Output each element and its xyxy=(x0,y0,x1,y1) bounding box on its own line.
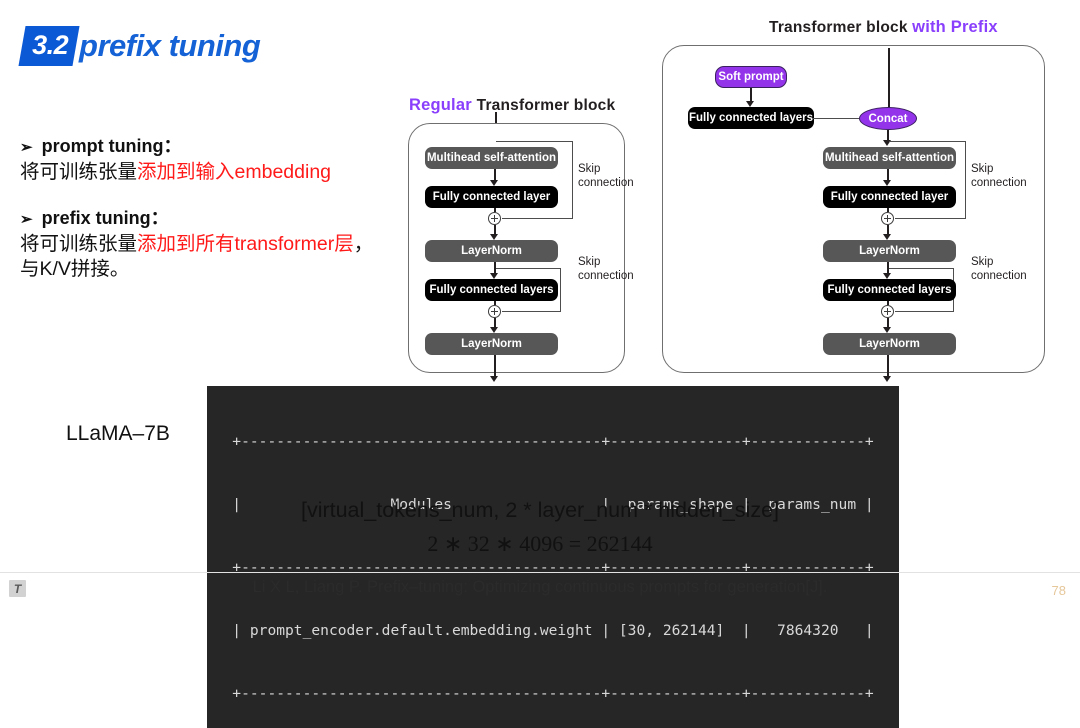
prefix-node-fcs-label: Fully connected layers xyxy=(827,284,952,296)
prefix-skip2-bottom xyxy=(895,311,954,313)
regular-skip1-right xyxy=(572,141,574,219)
regular-node-fully-connected-layers: Fully connected layers xyxy=(425,279,558,301)
prefix-node-layernorm-2: LayerNorm xyxy=(823,333,956,355)
prefix-node-soft-prompt: Soft prompt xyxy=(715,66,787,88)
prefix-transformer-panel xyxy=(662,45,1045,373)
prefix-skip-label-1-line1: Skip xyxy=(971,163,994,175)
prefix-node-soft-prompt-label: Soft prompt xyxy=(718,71,784,83)
prefix-diagram-title-rest: Transformer block xyxy=(769,19,908,36)
regular-node-multihead-label: Multihead self-attention xyxy=(426,152,557,164)
regular-diagram-title: Regular Transformer block xyxy=(409,96,615,115)
note-body-plain-3: 与K/V拼接。 xyxy=(20,258,130,281)
table-border-bottom: +---------------------------------------… xyxy=(232,685,874,702)
table-border-top: +---------------------------------------… xyxy=(232,433,874,450)
math-formula-text: 2 ∗ 32 ∗ 4096 = 262144 xyxy=(427,531,653,556)
note-item-prompt-tuning: ➢ prompt tuning： 将可训练张量添加到输入embedding xyxy=(20,132,395,186)
prefix-add-node-2 xyxy=(881,305,894,318)
footer-citation-text: Li X L, Liang P. Prefix–tuning: Optimizi… xyxy=(252,578,828,596)
regular-add-node-2 xyxy=(488,305,501,318)
table-border-mid: +---------------------------------------… xyxy=(232,559,874,576)
note-body-highlight: 添加到所有transformer层 xyxy=(137,232,354,255)
regular-node-fully-connected-layer: Fully connected layer xyxy=(425,186,558,208)
prefix-node-fc-label: Fully connected layer xyxy=(830,191,949,203)
prefix-node-layernorm-2-label: LayerNorm xyxy=(859,338,920,350)
prefix-node-fc-prefix-label: Fully connected layers xyxy=(689,112,813,124)
note-body-plain: 将可训练张量 xyxy=(20,232,138,255)
model-name-label: LLaMA–7B xyxy=(66,422,170,445)
prefix-skip2-top xyxy=(889,268,954,270)
prefix-skip-label-2-line1: Skip xyxy=(971,256,994,268)
regular-node-layernorm-2-label: LayerNorm xyxy=(461,338,522,350)
note-item-prefix-tuning: ➢ prefix tuning： 将可训练张量添加到所有transformer层… xyxy=(20,204,395,283)
prefix-node-multihead-label: Multihead self-attention xyxy=(824,152,955,164)
note-body-highlight: 添加到输入embedding xyxy=(137,161,332,183)
prefix-node-layernorm-1: LayerNorm xyxy=(823,240,956,262)
note-heading-text: prefix tuning： xyxy=(41,207,169,228)
regular-node-layernorm-2: LayerNorm xyxy=(425,333,558,355)
regular-diagram-title-rest: Transformer block xyxy=(476,97,616,114)
prefix-add-node-1 xyxy=(881,212,894,225)
section-title-text: prefix tuning xyxy=(79,28,261,63)
note-body-plain-2: ， xyxy=(353,232,374,255)
note-heading-row: ➢ prefix tuning： xyxy=(20,204,395,230)
prefix-edge-fc-concat xyxy=(813,117,861,119)
regular-skip1-bottom xyxy=(502,218,573,220)
shape-formula-text: [virtual_tokens_num, 2 * layer_num * hid… xyxy=(300,498,780,522)
prefix-node-multihead-self-attention: Multihead self-attention xyxy=(823,147,956,169)
prefix-diagram-title: Transformer block with Prefix xyxy=(769,18,998,37)
footer-divider xyxy=(0,572,1080,573)
arrow-bullet-icon: ➢ xyxy=(20,210,33,228)
regular-skip2-right xyxy=(560,268,562,312)
prefix-skip-label-1-line2: connection xyxy=(971,177,1027,190)
params-terminal-table: +---------------------------------------… xyxy=(207,386,899,728)
regular-diagram-title-accent: Regular xyxy=(409,96,472,114)
prefix-skip-label-2-line2: connection xyxy=(971,270,1027,283)
regular-output-arrowhead xyxy=(489,376,498,382)
note-body-plain: 将可训练张量 xyxy=(20,161,138,183)
regular-skip-label-1-line2: connection xyxy=(578,177,634,190)
prefix-skip1-right xyxy=(965,141,967,219)
note-body-text: 将可训练张量添加到所有transformer层， 与K/V拼接。 xyxy=(20,232,395,283)
prefix-node-concat-label: Concat xyxy=(868,112,908,125)
regular-node-layernorm-1: LayerNorm xyxy=(425,240,558,262)
prefix-node-fully-connected-layers: Fully connected layers xyxy=(823,279,956,301)
prefix-node-fully-connected-layer: Fully connected layer xyxy=(823,186,956,208)
regular-node-layernorm-1-label: LayerNorm xyxy=(461,245,522,257)
prefix-node-concat: Concat xyxy=(859,107,917,130)
regular-skip-connection-label-1: Skip connection xyxy=(578,162,634,190)
section-number-text: 3.2 xyxy=(32,30,69,60)
section-number-badge: 3.2 xyxy=(18,26,80,66)
regular-add-node-1 xyxy=(488,212,501,225)
regular-node-fc-label: Fully connected layer xyxy=(432,191,551,203)
regular-skip-connection-label-2: Skip connection xyxy=(578,255,634,283)
prefix-skip1-top xyxy=(889,141,966,143)
regular-node-multihead-self-attention: Multihead self-attention xyxy=(425,147,558,169)
page-number: 78 xyxy=(1051,583,1066,598)
regular-skip-label-1-line1: Skip xyxy=(578,163,601,175)
regular-skip2-bottom xyxy=(502,311,561,313)
table-row: | prompt_encoder.default.embedding.weigh… xyxy=(232,622,874,639)
note-heading-row: ➢ prompt tuning： xyxy=(20,132,395,158)
note-heading-text: prompt tuning： xyxy=(41,136,182,156)
page-title: 3.2 prefix tuning xyxy=(18,26,261,66)
prefix-skip-connection-label-2: Skip connection xyxy=(971,255,1027,283)
prefix-diagram-title-accent: with Prefix xyxy=(912,18,998,36)
prefix-input-line xyxy=(888,48,890,110)
regular-node-fcs-label: Fully connected layers xyxy=(429,284,554,296)
notes-list: ➢ prompt tuning： 将可训练张量添加到输入embedding ➢ … xyxy=(20,132,395,301)
prefix-node-layernorm-1-label: LayerNorm xyxy=(859,245,920,257)
regular-skip-label-2-line2: connection xyxy=(578,270,634,283)
arrow-bullet-icon: ➢ xyxy=(20,139,33,156)
regular-skip2-top xyxy=(496,268,561,270)
prefix-skip-connection-label-1: Skip connection xyxy=(971,162,1027,190)
regular-skip-label-2-line1: Skip xyxy=(578,256,601,268)
prefix-skip1-bottom xyxy=(895,218,966,220)
note-body-text: 将可训练张量添加到输入embedding xyxy=(20,160,395,186)
prefix-node-fully-connected-layers-prefix: Fully connected layers xyxy=(688,107,814,129)
regular-skip1-top xyxy=(496,141,573,143)
prefix-output-arrowhead xyxy=(882,376,891,382)
